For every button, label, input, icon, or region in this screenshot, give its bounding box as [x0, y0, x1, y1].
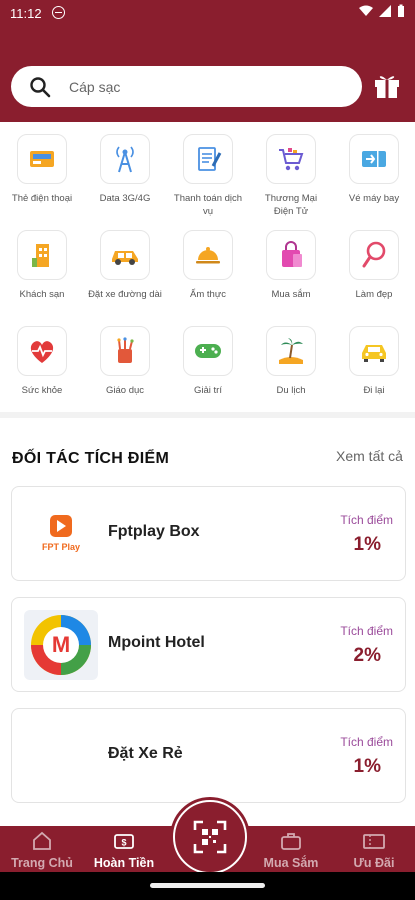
category-travel[interactable]: Du lịch — [250, 326, 332, 397]
points-value: 1% — [353, 534, 381, 555]
play-icon — [50, 515, 72, 537]
gamepad-icon — [195, 344, 221, 358]
category-entertainment[interactable]: Giải trí — [167, 326, 249, 397]
category-shopping[interactable]: Mua sắm — [250, 230, 332, 301]
search-input[interactable] — [67, 76, 341, 98]
tab-label: Hoàn Tiền — [93, 856, 155, 870]
taxi-icon — [362, 345, 386, 362]
see-all-link[interactable]: Xem tất cả — [336, 448, 403, 464]
fptplay-logo-text: FPT Play — [41, 542, 80, 552]
beach-icon — [279, 338, 303, 364]
tab-offers[interactable]: Ưu Đãi — [334, 830, 414, 870]
points-value: 2% — [353, 645, 381, 666]
fptplay-logo: FPT Play — [24, 499, 98, 569]
signal-icon — [379, 5, 391, 17]
partner-card-mpoint-hotel[interactable]: M Mpoint Hotel Tích điểm 2% — [11, 597, 406, 692]
battery-icon — [398, 4, 404, 17]
status-bar: 11:12 — [0, 0, 415, 28]
tab-label: Ưu Đãi — [353, 856, 395, 870]
shopping-bag-icon — [282, 241, 302, 267]
do-not-disturb-icon — [52, 6, 65, 19]
category-plane-ticket[interactable]: Vé máy bay — [333, 134, 415, 205]
partner-card-dat-xe-re[interactable]: Đặt Xe Rẻ Tích điểm 1% — [11, 708, 406, 803]
car-icon — [112, 251, 138, 265]
partners-section: ĐỐI TÁC TÍCH ĐIỂM Xem tất cả FPT Play Fp… — [0, 418, 415, 828]
tab-cashback[interactable]: $ Hoàn Tiền — [84, 830, 164, 870]
category-ecommerce[interactable]: Thương Mại Điện Tử — [250, 134, 332, 218]
cashback-icon: $ — [114, 834, 134, 849]
points-label: Tích điểm — [340, 513, 393, 527]
mpoint-logo-text: M — [51, 632, 71, 657]
search-icon — [30, 77, 51, 98]
svg-text:$: $ — [121, 838, 126, 848]
tab-home[interactable]: Trang Chủ — [2, 830, 82, 870]
antenna-icon — [116, 146, 134, 173]
briefcase-icon — [281, 833, 301, 850]
partner-name: Mpoint Hotel — [108, 634, 205, 651]
category-bill-payment[interactable]: Thanh toán dịch vụ — [167, 134, 249, 218]
partner-name: Fptplay Box — [108, 523, 200, 540]
mirror-icon — [362, 241, 386, 268]
gift-icon[interactable] — [373, 70, 401, 100]
category-beauty[interactable]: Làm đẹp — [333, 230, 415, 301]
category-data[interactable]: Data 3G/4G — [84, 134, 166, 205]
category-hotel[interactable]: Khách sạn — [1, 230, 83, 301]
status-time: 11:12 — [10, 6, 42, 21]
shopping-cart-icon — [279, 148, 304, 171]
status-icons — [359, 4, 405, 18]
category-phone-card[interactable]: Thẻ điện thoại — [1, 134, 83, 205]
category-transport[interactable]: Đi lại — [333, 326, 415, 397]
bill-payment-icon — [198, 147, 222, 171]
system-navigation-bar — [0, 872, 415, 900]
education-icon — [117, 337, 134, 363]
category-health[interactable]: Sức khỏe — [1, 326, 83, 397]
tab-label: Trang Chủ — [11, 856, 73, 870]
section-title: ĐỐI TÁC TÍCH ĐIỂM — [12, 450, 170, 467]
category-education[interactable]: Giáo dục — [84, 326, 166, 397]
heart-pulse-icon — [30, 341, 54, 363]
points-label: Tích điểm — [340, 624, 393, 638]
home-icon — [33, 831, 51, 850]
category-long-distance-car[interactable]: Đặt xe đường dài — [84, 230, 166, 301]
partner-card-fptplay[interactable]: FPT Play Fptplay Box Tích điểm 1% — [11, 486, 406, 581]
category-grid: Thẻ điện thoại Data 3G/4G Thanh toán dịc… — [0, 122, 415, 412]
mpoint-logo: M — [24, 610, 98, 680]
search-bar[interactable] — [11, 66, 362, 107]
partner-name: Đặt Xe Rẻ — [108, 745, 183, 762]
tab-shopping[interactable]: Mua Sắm — [251, 830, 331, 870]
food-cloche-icon — [196, 247, 220, 264]
home-gesture-handle[interactable] — [150, 883, 265, 888]
app-header: 11:12 — [0, 0, 415, 122]
category-food[interactable]: Ẩm thực — [167, 230, 249, 301]
phone-card-icon — [30, 151, 54, 167]
plane-ticket-icon — [362, 151, 386, 167]
points-label: Tích điểm — [340, 735, 393, 749]
qr-scan-button[interactable] — [173, 800, 247, 874]
qr-scan-icon — [193, 820, 227, 854]
hotel-icon — [32, 244, 49, 267]
tab-label: Mua Sắm — [263, 856, 319, 870]
points-value: 1% — [353, 756, 381, 777]
wifi-icon — [359, 5, 373, 16]
voucher-icon — [363, 834, 385, 849]
